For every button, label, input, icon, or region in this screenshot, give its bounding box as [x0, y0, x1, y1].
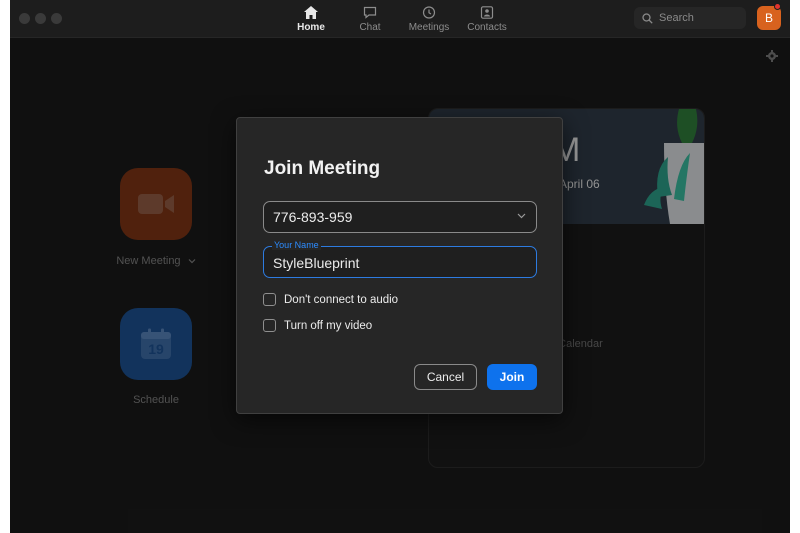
dialog-title: Join Meeting — [264, 158, 381, 179]
meeting-id-field[interactable]: 776-893-959 — [263, 201, 537, 233]
join-meeting-dialog: Join Meeting 776-893-959 Your Name Style… — [236, 117, 563, 414]
no-audio-option[interactable]: Don't connect to audio — [263, 293, 398, 306]
home-icon — [304, 6, 318, 19]
chevron-down-icon[interactable] — [517, 213, 526, 219]
tab-contacts[interactable]: Contacts — [457, 4, 517, 33]
contacts-icon — [480, 6, 494, 19]
tab-home[interactable]: Home — [281, 4, 341, 33]
zoom-window-button[interactable] — [51, 13, 62, 24]
close-window-button[interactable] — [19, 13, 30, 24]
your-name-value: StyleBlueprint — [273, 255, 360, 271]
your-name-field[interactable]: Your Name StyleBlueprint — [263, 240, 537, 278]
notification-badge — [774, 3, 781, 10]
your-name-label: Your Name — [272, 240, 321, 250]
search-label: Search — [659, 12, 694, 24]
search-box[interactable]: Search — [634, 7, 746, 29]
cancel-button[interactable]: Cancel — [414, 364, 477, 390]
no-video-option[interactable]: Turn off my video — [263, 319, 372, 332]
no-audio-checkbox[interactable] — [263, 293, 276, 306]
no-video-checkbox[interactable] — [263, 319, 276, 332]
tab-contacts-label: Contacts — [467, 22, 507, 33]
minimize-window-button[interactable] — [35, 13, 46, 24]
meeting-id-value: 776-893-959 — [273, 209, 353, 225]
tab-meetings[interactable]: Meetings — [399, 4, 459, 33]
clock-icon — [422, 6, 436, 19]
no-video-label: Turn off my video — [284, 319, 373, 332]
search-icon — [642, 12, 653, 24]
no-audio-label: Don't connect to audio — [284, 293, 399, 306]
title-bar: Home Chat Meetings Contacts Search B — [10, 0, 790, 38]
tab-meetings-label: Meetings — [408, 22, 450, 33]
tab-chat[interactable]: Chat — [340, 4, 400, 33]
join-button[interactable]: Join — [487, 364, 537, 390]
tab-chat-label: Chat — [359, 22, 381, 33]
avatar-initial: B — [764, 11, 773, 25]
tab-home-label: Home — [297, 22, 325, 33]
chat-icon — [363, 6, 377, 19]
zoom-window: Home Chat Meetings Contacts Search B New… — [10, 0, 790, 533]
